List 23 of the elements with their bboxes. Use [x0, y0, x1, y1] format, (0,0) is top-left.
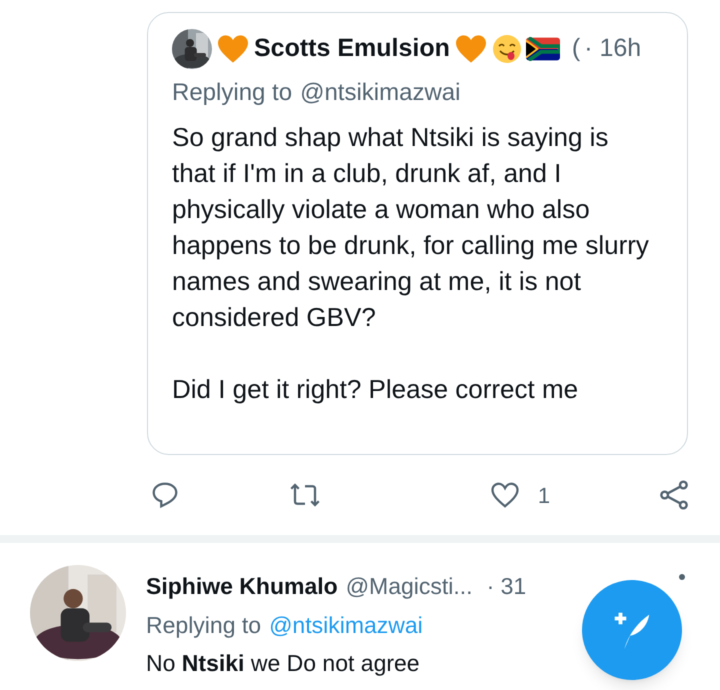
reply-text: No Ntsiki we Do not agree: [146, 649, 421, 678]
tweet-text: Did I get it right? Please correct me: [172, 373, 580, 406]
heart-emoji-icon: [454, 34, 488, 64]
more-icon[interactable]: [678, 573, 686, 581]
tweet-time: · 16h: [584, 33, 642, 64]
quoted-tweet-card[interactable]: [147, 12, 688, 455]
reply-icon[interactable]: [150, 480, 180, 510]
tweet-time: · 31: [486, 572, 526, 601]
flag-icon: [526, 37, 560, 61]
replying-to-label: Replying to: [146, 610, 262, 640]
replying-to-label: Replying to: [172, 78, 292, 108]
replying-handle: @ntsikimazwai: [300, 78, 460, 108]
like-count: 1: [538, 482, 550, 510]
author-handle: @Magicsti...: [346, 572, 473, 601]
smiling-face-icon: [492, 34, 522, 64]
heart-emoji-icon: [216, 34, 250, 64]
share-icon[interactable]: [658, 479, 690, 511]
tweet-text: So grand shap what Ntsiki is saying is that if I'm in a club, drunk af, and I physically violate a woman who also happens to be drunk, for calling me slurry names and swearing at me, it is not considered GBV?: [172, 121, 650, 334]
author-name: Siphiwe Khumalo: [146, 572, 338, 601]
author-name: Scotts Emulsion: [254, 33, 450, 64]
cut-text: (: [572, 33, 580, 64]
heart-icon[interactable]: [490, 480, 520, 510]
replying-handle[interactable]: @ntsikimazwai: [269, 608, 423, 642]
